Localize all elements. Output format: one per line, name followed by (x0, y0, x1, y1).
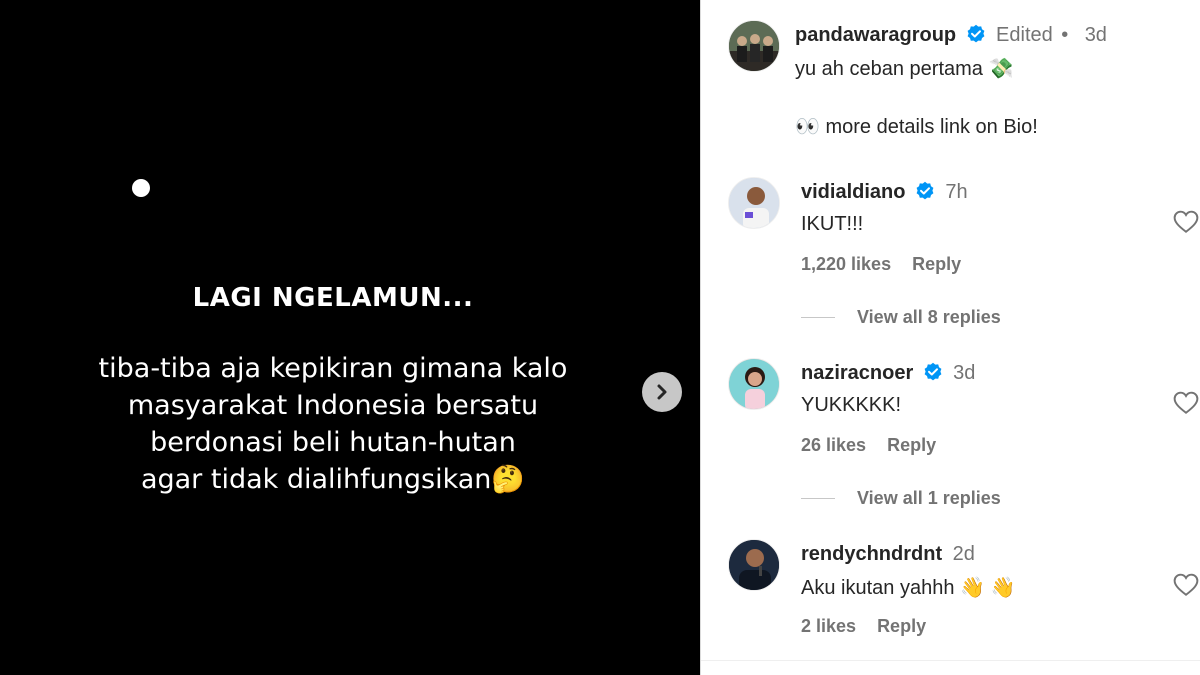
comment-header: naziracnoer 3d (801, 362, 975, 385)
post-media-line: berdonasi beli hutan-hutan (150, 427, 516, 458)
comment-text: YUKKKKK! (801, 394, 902, 416)
username-vidialdiano[interactable]: vidialdiano (801, 181, 905, 203)
username-rendychndrdnt[interactable]: rendychndrdnt (801, 543, 942, 565)
panel-divider (701, 660, 1200, 661)
view-replies-button[interactable]: View all 8 replies (857, 307, 1001, 328)
next-slide-button[interactable] (642, 372, 682, 412)
reply-button[interactable]: Reply (887, 435, 936, 455)
comment-header: rendychndrdnt 2d (801, 543, 975, 566)
group-photo-icon (729, 21, 779, 71)
comment-text: Aku ikutan yahhh 👋 👋 (801, 577, 1016, 599)
view-replies-button[interactable]: View all 1 replies (857, 488, 1001, 509)
avatar-naziracnoer[interactable] (728, 358, 780, 410)
replies-divider (801, 498, 835, 499)
verified-badge-icon (916, 181, 934, 200)
verified-badge-icon (967, 24, 984, 43)
comment-time[interactable]: 2d (953, 543, 975, 565)
chevron-right-icon (657, 384, 667, 400)
caption-header: pandawaragroup Edited • 3d (795, 24, 1107, 47)
avatar-vidialdiano[interactable] (728, 177, 780, 229)
likes-count[interactable]: 26 likes (801, 435, 866, 455)
comment-actions: 1,220 likes Reply (801, 254, 977, 275)
post-media-line: agar tidak dialihfungsikan🤔 (140, 464, 526, 495)
separator-dot: • (1061, 24, 1069, 46)
comment-time[interactable]: 7h (945, 181, 967, 203)
avatar-pandawaragroup[interactable] (728, 20, 780, 72)
post-media-text: tiba-tiba aja kepikiran gimana kalo masy… (0, 350, 666, 498)
edited-label: Edited (996, 24, 1053, 46)
caption-line-1: yu ah ceban pertama 💸 (795, 58, 1014, 80)
heart-icon[interactable] (1173, 210, 1199, 234)
verified-badge-icon (924, 362, 942, 381)
likes-count[interactable]: 1,220 likes (801, 254, 891, 274)
heart-icon[interactable] (1173, 573, 1199, 597)
person-photo-icon (729, 540, 779, 590)
comment-text: IKUT!!! (801, 213, 864, 235)
caption-time[interactable]: 3d (1085, 24, 1107, 46)
post-media-line: tiba-tiba aja kepikiran gimana kalo (98, 353, 568, 384)
reply-button[interactable]: Reply (877, 616, 926, 636)
comment-actions: 26 likes Reply (801, 435, 952, 456)
likes-count[interactable]: 2 likes (801, 616, 856, 636)
avatar-rendychndrdnt[interactable] (728, 539, 780, 591)
username-pandawaragroup[interactable]: pandawaragroup (795, 24, 956, 46)
comment-header: vidialdiano 7h (801, 181, 968, 204)
heart-icon[interactable] (1173, 391, 1199, 415)
person-photo-icon (729, 178, 779, 228)
post-media: LAGI NGELAMUN... tiba-tiba aja kepikiran… (0, 0, 700, 675)
comment-time[interactable]: 3d (953, 362, 975, 384)
post-media-title: LAGI NGELAMUN... (192, 283, 474, 313)
caption-line-2: 👀 more details link on Bio! (795, 116, 1038, 138)
person-photo-icon (729, 359, 779, 409)
replies-divider (801, 317, 835, 318)
comments-panel: pandawaragroup Edited • 3d yu ah ceban p… (700, 0, 1200, 675)
comment-actions: 2 likes Reply (801, 616, 942, 637)
reply-button[interactable]: Reply (912, 254, 961, 274)
post-media-line: masyarakat Indonesia bersatu (127, 390, 539, 421)
username-naziracnoer[interactable]: naziracnoer (801, 362, 913, 384)
white-dot (132, 179, 150, 197)
